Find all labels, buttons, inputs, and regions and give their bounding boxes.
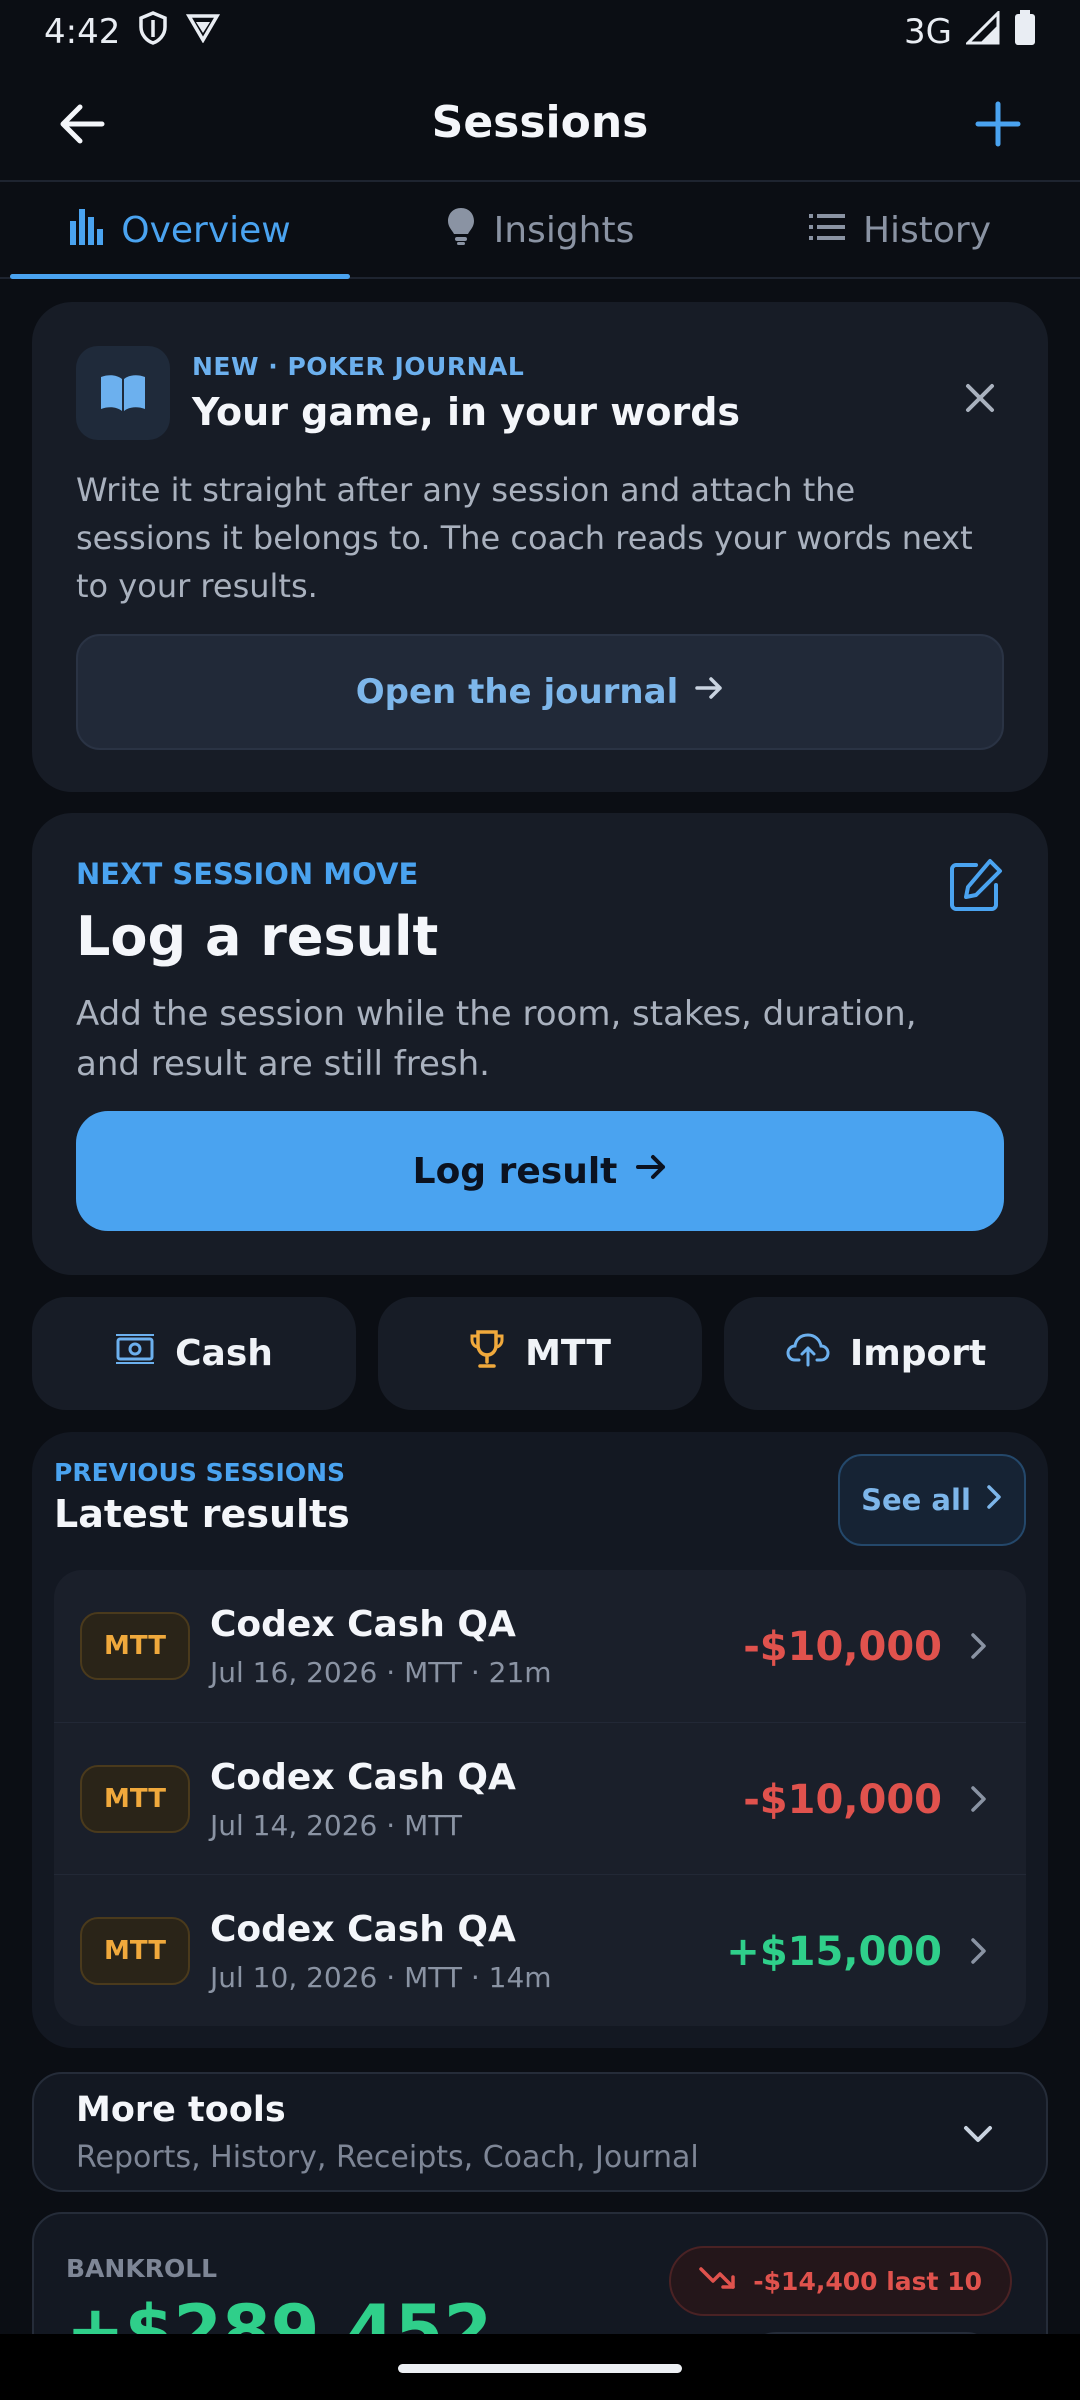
book-icon	[76, 346, 170, 440]
cash-label: Cash	[175, 1333, 273, 1374]
tab-label: History	[862, 209, 992, 251]
session-meta: Jul 14, 2026 · MTT	[210, 1809, 462, 1842]
system-nav-bar	[0, 2334, 1080, 2400]
cloud-upload-icon	[786, 1331, 830, 1376]
back-arrow-icon[interactable]	[52, 94, 112, 154]
bankroll-trend-badge: -$14,400 last 10	[669, 2246, 1012, 2316]
import-label: Import	[849, 1333, 987, 1374]
next-move-eyebrow: NEXT SESSION MOVE	[76, 857, 419, 891]
home-gesture-handle[interactable]	[398, 2364, 682, 2373]
session-type-badge: MTT	[80, 1612, 190, 1680]
arrow-right-icon	[635, 1151, 667, 1192]
cash-button[interactable]: Cash	[32, 1297, 356, 1410]
chevron-down-icon	[954, 2110, 1002, 2158]
tab-history[interactable]: History	[720, 183, 1080, 277]
lightbulb-icon	[446, 206, 476, 255]
session-type-badge: MTT	[80, 1917, 190, 1985]
journal-promo-card: NEW · POKER JOURNAL Your game, in your w…	[32, 302, 1048, 792]
see-all-button[interactable]: See all	[838, 1454, 1026, 1546]
tab-insights[interactable]: Insights	[360, 183, 720, 277]
trophy-icon	[469, 1329, 505, 1378]
session-row[interactable]: MTT Codex Cash QA Jul 14, 2026 · MTT -$1…	[54, 1722, 1026, 1874]
session-name: Codex Cash QA	[210, 1604, 516, 1645]
session-amount: -$10,000	[743, 1777, 942, 1823]
edit-icon[interactable]	[946, 857, 1004, 915]
tab-overview[interactable]: Overview	[0, 183, 360, 279]
tab-label: Overview	[121, 209, 291, 251]
add-session-icon[interactable]	[968, 94, 1028, 154]
session-name: Codex Cash QA	[210, 1909, 516, 1950]
signal-icon	[964, 8, 1000, 54]
close-icon[interactable]	[958, 376, 1002, 420]
arrow-right-icon	[694, 672, 724, 712]
cash-icon	[115, 1333, 155, 1374]
status-time: 4:42	[44, 12, 121, 52]
mtt-button[interactable]: MTT	[378, 1297, 702, 1410]
vpn-icon	[186, 12, 221, 52]
log-result-label: Log result	[412, 1150, 618, 1192]
app-header: Sessions	[0, 64, 1080, 182]
more-tools-toggle[interactable]: More tools Reports, History, Receipts, C…	[32, 2072, 1048, 2192]
more-tools-title: More tools	[76, 2090, 286, 2130]
open-journal-button[interactable]: Open the journal	[76, 634, 1004, 750]
open-journal-label: Open the journal	[355, 672, 679, 712]
session-row[interactable]: MTT Codex Cash QA Jul 16, 2026 · MTT · 2…	[54, 1570, 1026, 1722]
list-icon	[808, 210, 845, 251]
session-amount: -$10,000	[743, 1624, 942, 1670]
previous-sessions-title: Latest results	[54, 1492, 350, 1536]
import-button[interactable]: Import	[724, 1297, 1048, 1410]
tab-bar: Overview Insights History	[0, 183, 1080, 279]
trending-down-icon	[699, 2265, 737, 2297]
status-bar: 4:42 3G	[0, 0, 1080, 64]
bankroll-label: BANKROLL	[66, 2254, 218, 2283]
shield-icon	[138, 10, 168, 54]
journal-title: Your game, in your words	[192, 390, 741, 434]
next-move-title: Log a result	[76, 905, 439, 968]
see-all-label: See all	[861, 1483, 971, 1517]
session-meta: Jul 16, 2026 · MTT · 21m	[210, 1656, 552, 1689]
battery-icon	[1014, 9, 1036, 55]
chevron-right-icon	[985, 1483, 1003, 1517]
session-type-badge: MTT	[80, 1765, 190, 1833]
tab-label: Insights	[493, 209, 635, 251]
network-label: 3G	[904, 12, 952, 52]
session-list: MTT Codex Cash QA Jul 16, 2026 · MTT · 2…	[54, 1570, 1026, 2026]
chevron-right-icon	[960, 1781, 996, 1817]
session-meta: Jul 10, 2026 · MTT · 14m	[210, 1961, 552, 1994]
next-session-card: NEXT SESSION MOVE Log a result Add the s…	[32, 813, 1048, 1275]
mtt-label: MTT	[525, 1333, 611, 1374]
chevron-right-icon	[960, 1933, 996, 1969]
session-name: Codex Cash QA	[210, 1757, 516, 1798]
more-tools-subtitle: Reports, History, Receipts, Coach, Journ…	[76, 2140, 699, 2175]
previous-sessions-eyebrow: PREVIOUS SESSIONS	[54, 1458, 346, 1487]
page-title: Sessions	[431, 96, 649, 148]
previous-sessions-card: PREVIOUS SESSIONS Latest results See all…	[32, 1432, 1048, 2048]
log-result-button[interactable]: Log result	[76, 1111, 1004, 1231]
session-amount: +$15,000	[726, 1929, 942, 1975]
journal-description: Write it straight after any session and …	[76, 471, 973, 605]
next-move-description: Add the session while the room, stakes, …	[76, 994, 917, 1084]
bar-chart-icon	[69, 207, 104, 254]
session-row[interactable]: MTT Codex Cash QA Jul 10, 2026 · MTT · 1…	[54, 1874, 1026, 2026]
bankroll-trend-label: -$14,400 last 10	[753, 2266, 982, 2296]
chevron-right-icon	[960, 1628, 996, 1664]
journal-eyebrow: NEW · POKER JOURNAL	[192, 352, 525, 381]
